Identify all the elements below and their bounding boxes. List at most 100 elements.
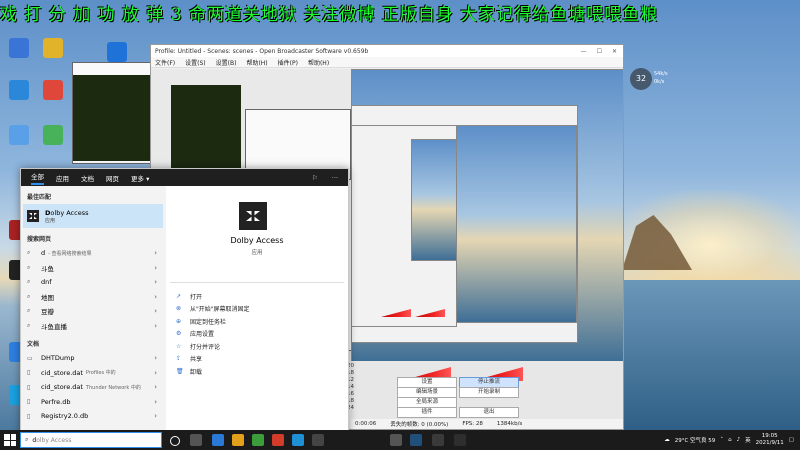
game-icon[interactable] [432, 434, 444, 446]
chevron-right-icon[interactable]: › [154, 398, 157, 406]
chevron-right-icon[interactable]: › [154, 369, 157, 377]
document-item[interactable]: ▯ Registry2.0.db › [21, 409, 165, 424]
clock[interactable]: 19:05 2021/9/11 [756, 433, 784, 447]
input-language[interactable]: 英 [745, 436, 751, 444]
tab-web[interactable]: 网页 [106, 173, 119, 183]
tab-more-label: 更多 [131, 174, 144, 183]
app-icon[interactable] [390, 434, 402, 446]
chevron-right-icon[interactable]: › [154, 293, 157, 301]
menu-help-2[interactable]: 帮助(H) [308, 58, 329, 67]
menu-settings[interactable]: 设置(S) [185, 58, 206, 67]
tab-documents[interactable]: 文档 [81, 173, 94, 183]
start-button[interactable] [4, 434, 16, 446]
best-match-item[interactable]: Dolby Access 应用 [23, 204, 163, 228]
cortana-icon[interactable] [170, 436, 180, 446]
notification-icon[interactable]: ▢ [789, 437, 794, 443]
scene-item[interactable]: 16 [347, 391, 377, 398]
action-app-settings[interactable]: ⚙ 应用设置 [176, 328, 250, 341]
tab-all[interactable]: 全部 [31, 171, 44, 185]
action-open[interactable]: ↗ 打开 [176, 290, 250, 303]
document-item[interactable]: ▯ cid_store.dat Profiles 中的 › [21, 366, 165, 381]
background-window[interactable] [72, 62, 154, 164]
start-record-button[interactable]: 开始录制 [459, 387, 519, 398]
action-rate-review[interactable]: ☆ 打分并评论 [176, 340, 250, 353]
chevron-right-icon[interactable]: › [154, 264, 157, 272]
web-result-text: 斗鱼 [41, 264, 54, 273]
desktop-icon-2[interactable] [2, 80, 36, 102]
chevron-right-icon[interactable]: › [154, 278, 157, 286]
chevron-up-icon[interactable]: ˄ [720, 437, 723, 443]
menu-help[interactable]: 帮助(H) [246, 58, 267, 67]
more-options-icon[interactable]: ··· [332, 174, 338, 182]
web-result-item[interactable]: ⌕ 斗鱼直播 › [21, 319, 165, 334]
web-result-item[interactable]: ⌕ d - 查看网络搜索结果 › [21, 246, 165, 261]
taskbar-search-input[interactable]: ⌕ d olby Access [20, 432, 162, 448]
recursive-green-panel [171, 85, 241, 175]
desktop-icon-3[interactable] [2, 125, 36, 147]
obs-titlebar[interactable]: Profile: Untitled - Scenes: scenes - Ope… [151, 45, 623, 57]
desktop-icon-8[interactable] [36, 38, 70, 60]
action-share[interactable]: ⇪ 共享 [176, 353, 250, 366]
action-unpin-start[interactable]: ⊗ 从"开始"屏幕取消固定 [176, 303, 250, 316]
weather-text[interactable]: 29°C 空气良 59 [675, 436, 716, 444]
feedback-icon[interactable]: ⚐ [312, 174, 318, 182]
document-item[interactable]: ▯ Perfre.db › [21, 395, 165, 410]
desktop-icon-11[interactable] [100, 42, 134, 64]
menu-settings-2[interactable]: 设置(B) [216, 58, 237, 67]
steam-icon[interactable] [410, 434, 422, 446]
network-icon[interactable]: ⌂ [728, 437, 732, 443]
close-icon[interactable]: ✕ [612, 48, 617, 55]
file-explorer-icon[interactable] [232, 434, 244, 446]
web-result-item[interactable]: ⌕ dnf › [21, 275, 165, 290]
app-icon[interactable] [272, 434, 284, 446]
desktop-icon-9[interactable] [36, 80, 70, 102]
desktop-icon-10[interactable] [36, 125, 70, 147]
action-pin-taskbar-label: 固定到任务栏 [190, 318, 227, 326]
web-result-item[interactable]: ⌕ 地图 › [21, 290, 165, 305]
app-icon [43, 38, 63, 58]
menu-file[interactable]: 文件(F) [155, 58, 175, 67]
edge-icon[interactable] [212, 434, 224, 446]
volume-icon[interactable]: ♪ [737, 437, 741, 443]
scene-list[interactable]: 20 18 12 14 16 18 24 [347, 363, 377, 412]
scene-item[interactable]: 18 [347, 370, 377, 377]
web-result-item[interactable]: ⌕ 豆瓣 › [21, 304, 165, 319]
chevron-right-icon[interactable]: › [154, 412, 157, 420]
obs-preview[interactable] [351, 69, 623, 361]
qq-icon[interactable] [292, 434, 304, 446]
document-item[interactable]: ▭ DHTDump › [21, 351, 165, 366]
web-result-item[interactable]: ⌕ 斗鱼 › [21, 261, 165, 276]
clock-date: 2021/9/11 [755, 440, 784, 446]
search-icon: ⌕ [25, 436, 29, 443]
dolby-icon [27, 210, 39, 222]
start-search-panel[interactable]: 全部 应用 文档 网页 更多 ▾ ⚐ ··· 最佳匹配 Dolby Access… [20, 168, 349, 436]
document-item[interactable]: ▯ cid_store.dat Thunder Network 中的 › [21, 380, 165, 395]
scene-item[interactable]: 18 [347, 398, 377, 405]
chevron-right-icon[interactable]: › [154, 307, 157, 315]
maximize-icon[interactable]: ☐ [597, 48, 602, 55]
system-monitor-widget[interactable]: 32 54k/s 0k/s [630, 68, 670, 90]
tab-apps[interactable]: 应用 [56, 173, 69, 183]
scene-item[interactable]: 14 [347, 384, 377, 391]
task-view-icon[interactable] [190, 434, 202, 446]
wechat-icon[interactable] [252, 434, 264, 446]
minimize-icon[interactable]: — [581, 48, 587, 55]
plugins-button[interactable]: 插件 [397, 407, 457, 418]
action-uninstall[interactable]: 🗑 卸载 [176, 365, 250, 378]
web-result-text: 斗鱼直播 [41, 322, 67, 331]
dolby-access-icon [239, 202, 267, 230]
scene-item[interactable]: 24 [347, 405, 377, 412]
obs-taskbar-icon[interactable] [312, 434, 324, 446]
chevron-right-icon[interactable]: › [154, 322, 157, 330]
chevron-right-icon[interactable]: › [154, 354, 157, 362]
scene-item[interactable]: 20 [347, 363, 377, 370]
action-pin-taskbar[interactable]: ⊕ 固定到任务栏 [176, 315, 250, 328]
desktop-icon-1[interactable] [2, 38, 36, 60]
chevron-right-icon[interactable]: › [154, 383, 157, 391]
scene-item[interactable]: 12 [347, 377, 377, 384]
tab-more[interactable]: 更多 ▾ [131, 173, 149, 183]
menu-plugins[interactable]: 插件(P) [278, 58, 298, 67]
obs-icon[interactable] [454, 434, 466, 446]
chevron-right-icon[interactable]: › [154, 249, 157, 257]
exit-button[interactable]: 退出 [459, 407, 519, 418]
